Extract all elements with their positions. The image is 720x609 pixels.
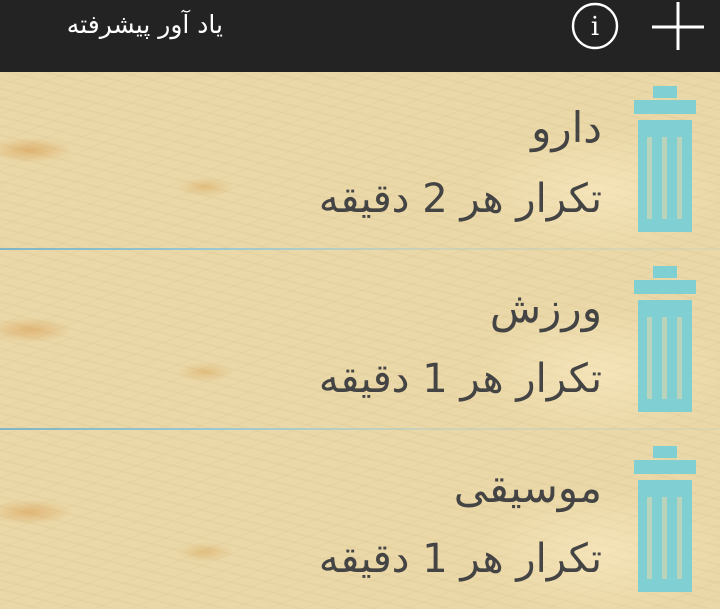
info-icon[interactable]: i (569, 1, 621, 53)
plus-icon[interactable] (650, 0, 706, 56)
reminder-repeat: تکرار هر 2 دقیقه (318, 176, 602, 222)
app-bar: یاد آور پیشرفته i (0, 0, 720, 72)
reminder-title: دارو (531, 103, 602, 152)
reminder-list: دارو تکرار هر 2 دقیقه ورزش تکرار هر 1 دق… (0, 72, 720, 609)
reminder-title: ورزش (489, 283, 602, 332)
reminder-row[interactable]: موسیقی تکرار هر 1 دقیقه (0, 432, 720, 609)
trash-icon[interactable] (634, 262, 696, 414)
reminder-repeat: تکرار هر 1 دقیقه (318, 536, 602, 582)
reminder-title: موسیقی (453, 463, 602, 512)
row-divider (0, 428, 720, 430)
reminder-repeat: تکرار هر 1 دقیقه (318, 356, 602, 402)
trash-icon[interactable] (634, 82, 696, 234)
svg-text:i: i (591, 12, 599, 42)
trash-icon[interactable] (634, 442, 696, 594)
reminder-row[interactable]: ورزش تکرار هر 1 دقیقه (0, 252, 720, 430)
row-divider (0, 248, 720, 250)
reminder-row[interactable]: دارو تکرار هر 2 دقیقه (0, 72, 720, 250)
app-title: یاد آور پیشرفته (66, 10, 223, 39)
